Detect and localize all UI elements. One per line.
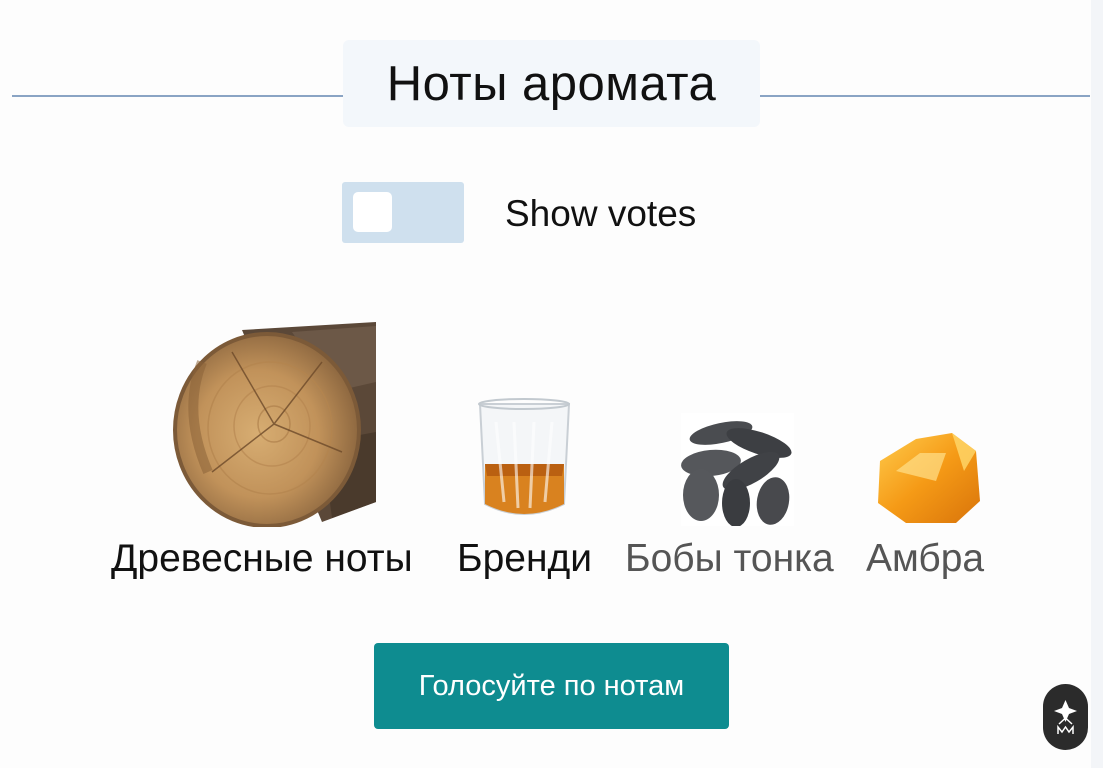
vote-notes-button-label: Голосуйте по нотам (418, 669, 685, 702)
header-rule-right (760, 95, 1090, 97)
header-rule-left (12, 95, 344, 97)
note-label-amber[interactable]: Амбра (866, 537, 984, 581)
tonka-beans-image (681, 413, 794, 526)
show-votes-label[interactable]: Show votes (505, 193, 696, 235)
note-label-woody[interactable]: Древесные ноты (111, 537, 413, 581)
note-label-tonka[interactable]: Бобы тонка (625, 537, 834, 581)
brandy-glass-image (478, 398, 571, 515)
amber-image (878, 433, 980, 523)
note-label-brandy[interactable]: Бренди (457, 537, 592, 581)
section-title: Ноты аромата (386, 56, 717, 111)
section-title-box: Ноты аромата (343, 40, 760, 127)
brand-badge[interactable] (1043, 684, 1088, 750)
wood-log-image (173, 322, 376, 527)
toggle-knob (353, 192, 392, 232)
page-edge (1091, 0, 1103, 768)
page: Ноты аромата Show votes Древесные ноты Б… (0, 0, 1103, 768)
show-votes-toggle[interactable] (342, 182, 464, 243)
vote-notes-button[interactable]: Голосуйте по нотам (374, 643, 729, 729)
brand-logo-icon (1054, 700, 1077, 734)
